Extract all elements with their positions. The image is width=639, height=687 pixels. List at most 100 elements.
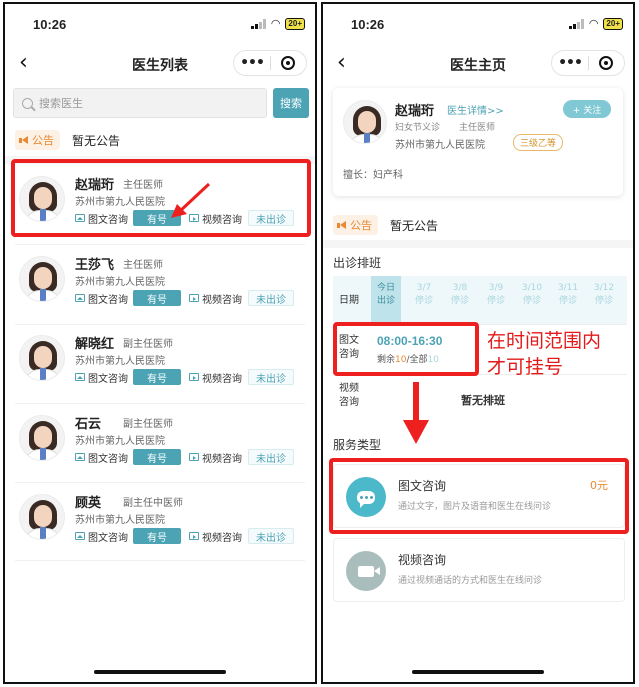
doctor-title: 主任医师 — [123, 260, 163, 271]
available-badge[interactable]: 有号 — [133, 449, 181, 465]
doctor-name: 解晓红 — [75, 337, 115, 352]
doctor-specialty: 擅长：妇产科 — [343, 170, 403, 181]
mini-program-capsule: ••• — [233, 50, 307, 76]
status-time: 10:26 — [33, 17, 67, 32]
doctor-profile-card: 赵瑞珩 医生详情>> + 关注 妇女节义诊 主任医师 苏州市第九人民医院 三级乙… — [333, 88, 623, 196]
close-mini-program-icon[interactable] — [589, 56, 624, 70]
status-icons: ◠ 20+ — [250, 17, 305, 30]
service-card-video[interactable]: 视频咨询 通过视频通话的方式和医生在线问诊 — [333, 538, 625, 602]
no-schedule-text: 暂无排班 — [461, 394, 505, 407]
doctor-item[interactable]: 石云 副主任医师 苏州市第九人民医院 图文咨询 有号 视频咨询 未出诊 — [15, 409, 305, 481]
doctor-detail-link[interactable]: 医生详情>> — [447, 102, 504, 117]
unavailable-badge[interactable]: 未出诊 — [248, 369, 294, 385]
text-consult-label: 图文咨询 — [88, 294, 128, 306]
notice-tag: 公告 — [15, 130, 60, 150]
search-row: 搜索医生 搜索 — [13, 88, 309, 118]
doctor-services: 图文咨询 有号 视频咨询 未出诊 — [75, 290, 294, 306]
schedule-day-today[interactable]: 今日 出诊 — [371, 276, 401, 324]
doctor-item[interactable]: 王莎飞 主任医师 苏州市第九人民医院 图文咨询 有号 视频咨询 未出诊 — [15, 250, 305, 322]
service-desc: 通过视频通话的方式和医生在线问诊 — [398, 576, 543, 586]
schedule-day[interactable]: 3/7 停诊 — [409, 282, 439, 308]
row-divider — [15, 244, 305, 245]
search-button[interactable]: 搜索 — [273, 88, 309, 118]
available-badge[interactable]: 有号 — [133, 290, 181, 306]
highlight-box — [11, 159, 311, 237]
video-consult-label: 视频咨询 — [202, 453, 242, 465]
video-consult-row-label: 视频 咨询 — [339, 383, 359, 408]
doctor-hospital: 苏州市第九人民医院 — [75, 277, 165, 288]
speaker-icon — [337, 220, 347, 230]
annotation-arrow-icon — [171, 182, 211, 218]
wifi-icon: ◠ — [270, 17, 281, 30]
wifi-icon: ◠ — [588, 17, 599, 30]
row-divider — [15, 324, 305, 325]
speaker-icon — [19, 135, 29, 145]
doctor-services: 图文咨询 有号 视频咨询 未出诊 — [75, 369, 294, 385]
unavailable-badge[interactable]: 未出诊 — [248, 290, 294, 306]
status-bar: 10:26 ◠ 20+ — [323, 4, 633, 44]
notice-tag: 公告 — [333, 215, 378, 235]
image-text-icon — [75, 453, 85, 461]
image-text-icon — [75, 532, 85, 540]
status-time: 10:26 — [351, 17, 385, 32]
date-label: 日期 — [339, 295, 359, 306]
doctor-item[interactable]: 解晓红 副主任医师 苏州市第九人民医院 图文咨询 有号 视频咨询 未出诊 — [15, 329, 305, 401]
video-consult-label: 视频咨询 — [202, 373, 242, 385]
text-consult-label: 图文咨询 — [88, 373, 128, 385]
annotation-text: 在时间范围内 才可挂号 — [487, 330, 602, 378]
annotation-arrow-icon — [403, 382, 429, 444]
schedule-day[interactable]: 3/8 停诊 — [445, 282, 475, 308]
video-consult-label: 视频咨询 — [202, 294, 242, 306]
doctor-hospital: 苏州市第九人民医院 — [75, 436, 165, 447]
video-icon — [189, 373, 199, 381]
follow-button[interactable]: + 关注 — [563, 100, 611, 118]
schedule-section-title: 出诊排班 — [333, 256, 382, 270]
doctor-name: 王莎飞 — [75, 258, 115, 273]
schedule-day[interactable]: 3/11 停诊 — [553, 282, 583, 308]
doctor-title: 主任医师 — [459, 123, 496, 133]
row-divider — [15, 560, 305, 561]
notice-bar: 公告 暂无公告 — [15, 129, 305, 151]
unavailable-badge[interactable]: 未出诊 — [248, 528, 294, 544]
search-input[interactable]: 搜索医生 — [13, 88, 267, 118]
doctor-item[interactable]: 顾英 副主任中医师 苏州市第九人民医院 图文咨询 有号 视频咨询 未出诊 — [15, 488, 305, 560]
mini-program-capsule: ••• — [551, 50, 625, 76]
image-text-icon — [75, 294, 85, 302]
doctor-avatar — [19, 335, 65, 381]
unavailable-badge[interactable]: 未出诊 — [248, 449, 294, 465]
video-icon — [189, 532, 199, 540]
doctor-services: 图文咨询 有号 视频咨询 未出诊 — [75, 528, 294, 544]
hospital-grade-badge: 三级乙等 — [513, 134, 564, 151]
doctor-avatar — [19, 256, 65, 302]
nav-bar: ‹ 医生主页 ••• — [323, 44, 633, 84]
doctor-home-screen: 10:26 ◠ 20+ ‹ 医生主页 ••• 赵瑞珩 医生详情>> + 关注 妇… — [321, 2, 635, 684]
more-icon[interactable]: ••• — [552, 56, 588, 70]
close-mini-program-icon[interactable] — [271, 56, 306, 70]
signal-icon — [250, 19, 266, 29]
schedule-day[interactable]: 3/9 停诊 — [481, 282, 511, 308]
more-icon[interactable]: ••• — [234, 56, 270, 70]
notice-bar: 公告 暂无公告 — [333, 214, 623, 236]
video-consult-label: 视频咨询 — [202, 532, 242, 544]
signal-icon — [568, 19, 584, 29]
doctor-hospital: 苏州市第九人民医院 — [395, 140, 485, 151]
services-section-title: 服务类型 — [333, 438, 382, 452]
doctor-services: 图文咨询 有号 视频咨询 未出诊 — [75, 449, 294, 465]
home-indicator — [94, 670, 226, 674]
search-placeholder: 搜索医生 — [39, 97, 83, 110]
battery-icon: 20+ — [603, 18, 623, 30]
schedule-day[interactable]: 3/10 停诊 — [517, 282, 547, 308]
available-badge[interactable]: 有号 — [133, 369, 181, 385]
notice-text: 暂无公告 — [390, 218, 439, 233]
service-title: 视频咨询 — [398, 553, 447, 567]
doctor-hospital: 苏州市第九人民医院 — [75, 356, 165, 367]
doctor-department: 妇女节义诊 — [395, 123, 441, 133]
section-gap — [323, 240, 633, 248]
video-icon — [189, 453, 199, 461]
schedule-day[interactable]: 3/12 停诊 — [589, 282, 619, 308]
highlight-box — [333, 322, 479, 376]
available-badge[interactable]: 有号 — [133, 528, 181, 544]
notice-text: 暂无公告 — [72, 133, 121, 148]
doctor-list-screen: 10:26 ◠ 20+ ‹ 医生列表 ••• 搜索医生 搜索 公告 暂无公告 赵… — [3, 2, 317, 684]
text-consult-label: 图文咨询 — [88, 532, 128, 544]
